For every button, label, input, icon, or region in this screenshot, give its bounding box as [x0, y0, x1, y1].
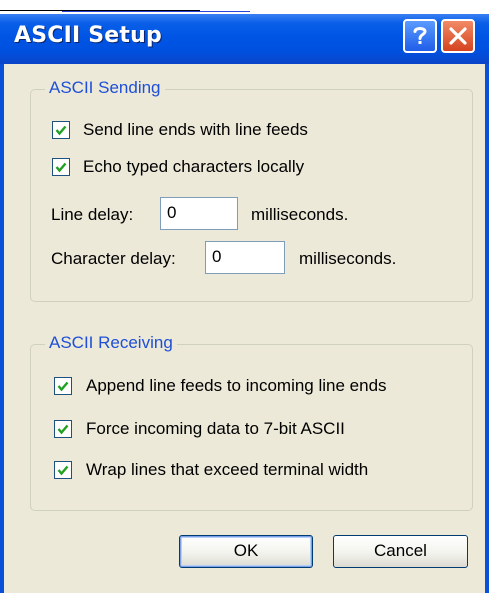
line-delay-unit: milliseconds. — [251, 205, 349, 224]
window-frame-right — [485, 64, 489, 593]
ascii-receiving-legend: ASCII Receiving — [45, 333, 177, 353]
ascii-sending-legend: ASCII Sending — [45, 78, 165, 98]
ok-button[interactable]: OK — [179, 535, 313, 568]
checkmark-icon — [57, 381, 69, 392]
append-line-feeds-checkbox[interactable] — [54, 377, 72, 395]
help-question-icon — [413, 27, 427, 44]
send-line-ends-checkbox[interactable] — [52, 121, 70, 139]
line-delay-input[interactable]: 0 — [160, 197, 238, 230]
checkmark-icon — [55, 125, 67, 136]
ascii-sending-group: ASCII Sending Send line ends with line f… — [30, 78, 473, 302]
help-button[interactable] — [403, 19, 437, 53]
checkmark-icon — [57, 424, 69, 435]
wrap-lines-checkbox[interactable] — [54, 461, 72, 479]
append-line-feeds-label[interactable]: Append line feeds to incoming line ends — [86, 376, 387, 396]
force-7bit-label[interactable]: Force incoming data to 7-bit ASCII — [86, 419, 345, 439]
checkmark-icon — [57, 465, 69, 476]
link-underline — [62, 11, 250, 12]
window-frame-left — [0, 64, 4, 593]
title-bar[interactable]: ASCII Setup — [0, 14, 489, 64]
cancel-button[interactable]: Cancel — [333, 535, 468, 568]
send-line-ends-label[interactable]: Send line ends with line feeds — [83, 120, 308, 140]
echo-locally-label[interactable]: Echo typed characters locally — [83, 157, 304, 177]
character-delay-unit: milliseconds. — [299, 249, 397, 268]
force-7bit-checkbox[interactable] — [54, 420, 72, 438]
ascii-setup-dialog: ASCII Setup ASCII Sending Send line ends… — [0, 14, 489, 593]
window-title: ASCII Setup — [14, 23, 162, 48]
background-strip — [0, 0, 489, 14]
character-delay-label: Character delay: — [51, 249, 176, 268]
close-button[interactable] — [441, 19, 475, 53]
ascii-receiving-group: ASCII Receiving Append line feeds to inc… — [30, 333, 473, 511]
line-delay-label: Line delay: — [51, 205, 134, 224]
close-x-icon — [449, 27, 467, 45]
checkmark-icon — [55, 162, 67, 173]
character-delay-input[interactable]: 0 — [205, 241, 285, 274]
echo-locally-checkbox[interactable] — [52, 158, 70, 176]
wrap-lines-label[interactable]: Wrap lines that exceed terminal width — [86, 460, 368, 480]
